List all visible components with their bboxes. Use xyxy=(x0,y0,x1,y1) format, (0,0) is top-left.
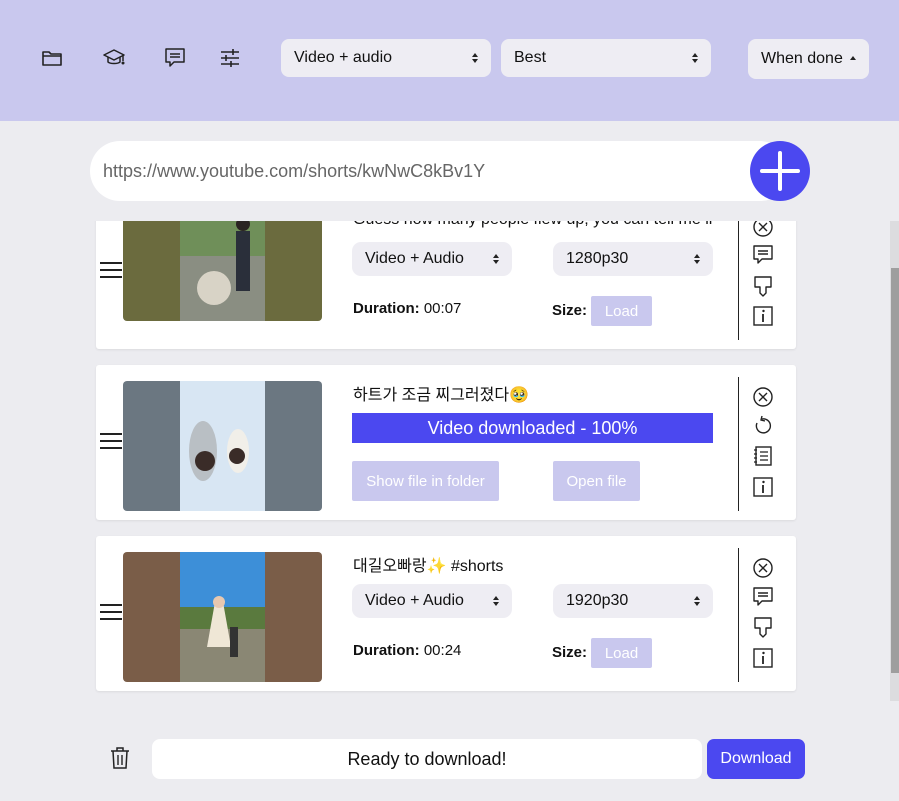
info-icon[interactable] xyxy=(752,476,774,498)
caret-updown-icon xyxy=(472,53,478,63)
duration-label: Duration: xyxy=(353,300,420,317)
size: Size: xyxy=(552,644,587,661)
subtitles-icon[interactable] xyxy=(752,586,774,608)
caret-updown-icon xyxy=(694,596,700,606)
top-toolbar: Video + audio Best When done xyxy=(0,0,899,121)
download-list[interactable]: Guess how many people flew up, you can t… xyxy=(0,221,899,701)
video-thumbnail xyxy=(123,552,322,682)
download-type-select[interactable]: Video + audio xyxy=(281,39,491,77)
video-title: 하트가 조금 찌그러졌다🥹 xyxy=(353,387,530,404)
duration: Duration: 00:24 xyxy=(353,642,461,659)
format-select[interactable]: Video + Audio xyxy=(352,242,512,276)
list-item: 대길오빠랑✨ #shorts Video + Audio 1920p30 Dur… xyxy=(96,536,796,691)
drag-handle-icon[interactable] xyxy=(100,261,122,279)
when-done-select[interactable]: When done xyxy=(748,39,869,79)
caret-up-icon xyxy=(850,56,856,60)
caret-updown-icon xyxy=(692,53,698,63)
size-label: Size: xyxy=(552,302,588,319)
quality-select[interactable]: Best xyxy=(501,39,711,77)
graduation-cap-icon[interactable] xyxy=(102,46,126,70)
download-file-icon[interactable] xyxy=(752,616,774,638)
drag-handle-icon[interactable] xyxy=(100,603,122,621)
download-progress-bar: Video downloaded - 100% xyxy=(352,413,713,443)
add-url-button[interactable] xyxy=(750,141,810,201)
download-file-icon[interactable] xyxy=(752,275,774,297)
scrollbar-thumb[interactable] xyxy=(891,268,899,673)
close-icon[interactable] xyxy=(752,221,774,238)
info-icon[interactable] xyxy=(752,305,774,327)
format-select[interactable]: Video + Audio xyxy=(352,584,512,618)
log-icon[interactable] xyxy=(752,445,774,467)
list-item: 하트가 조금 찌그러졌다🥹 Video downloaded - 100% Sh… xyxy=(96,365,796,520)
folder-icon[interactable] xyxy=(40,46,64,70)
quality-value: Best xyxy=(514,49,547,66)
list-item: Guess how many people flew up, you can t… xyxy=(96,221,796,349)
video-thumbnail xyxy=(123,221,322,321)
format-value: Video + Audio xyxy=(365,250,464,267)
divider xyxy=(738,221,739,340)
close-icon[interactable] xyxy=(752,386,774,408)
load-size-button[interactable]: Load xyxy=(591,296,652,326)
caret-updown-icon xyxy=(694,254,700,264)
resolution-value: 1280p30 xyxy=(566,250,629,267)
resolution-value: 1920p30 xyxy=(566,592,629,609)
load-size-button[interactable]: Load xyxy=(591,638,652,668)
divider xyxy=(738,548,739,682)
duration-value: 00:24 xyxy=(423,642,462,659)
status-message: Ready to download! xyxy=(152,739,702,779)
download-button[interactable]: Download xyxy=(707,739,805,779)
duration: Duration: 00:07 xyxy=(353,300,461,317)
subtitles-icon[interactable] xyxy=(752,244,774,266)
caret-updown-icon xyxy=(493,596,499,606)
subtitles-icon[interactable] xyxy=(163,46,187,70)
close-icon[interactable] xyxy=(752,557,774,579)
format-value: Video + Audio xyxy=(365,592,464,609)
when-done-value: When done xyxy=(761,50,843,67)
show-in-folder-button[interactable]: Show file in folder xyxy=(352,461,499,501)
size-label: Size: xyxy=(552,644,588,661)
video-title: Guess how many people flew up, you can t… xyxy=(353,221,715,229)
settings-sliders-icon[interactable] xyxy=(218,46,242,70)
url-input[interactable]: https://www.youtube.com/shorts/kwNwC8kBv… xyxy=(90,141,790,201)
trash-icon[interactable] xyxy=(108,745,132,771)
retry-icon[interactable] xyxy=(752,415,774,437)
size: Size: xyxy=(552,302,587,319)
download-type-value: Video + audio xyxy=(294,49,393,66)
resolution-select[interactable]: 1920p30 xyxy=(553,584,713,618)
divider xyxy=(738,377,739,511)
plus-icon xyxy=(760,151,800,191)
duration-label: Duration: xyxy=(353,642,420,659)
drag-handle-icon[interactable] xyxy=(100,432,122,450)
video-title: 대길오빠랑✨ #shorts xyxy=(353,558,504,575)
video-thumbnail xyxy=(123,381,322,511)
open-file-button[interactable]: Open file xyxy=(553,461,640,501)
caret-updown-icon xyxy=(493,254,499,264)
duration-value: 00:07 xyxy=(423,300,462,317)
resolution-select[interactable]: 1280p30 xyxy=(553,242,713,276)
info-icon[interactable] xyxy=(752,647,774,669)
url-input-value: https://www.youtube.com/shorts/kwNwC8kBv… xyxy=(103,160,486,181)
